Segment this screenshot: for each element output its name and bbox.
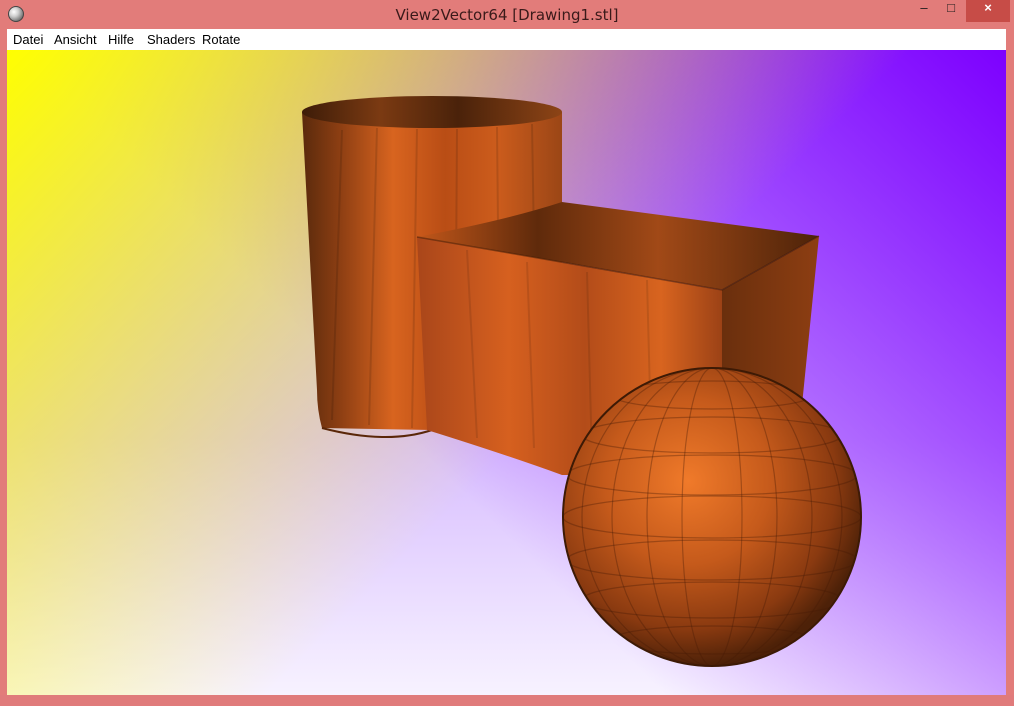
menu-rotate[interactable]: Rotate: [202, 32, 240, 47]
menu-shaders[interactable]: Shaders: [147, 32, 195, 47]
close-icon: ×: [984, 0, 992, 15]
title-bar[interactable]: View2Vector64 [Drawing1.stl] – □ ×: [0, 0, 1014, 29]
menu-ansicht[interactable]: Ansicht: [54, 32, 97, 47]
scene-render: [302, 96, 862, 667]
maximize-icon: □: [947, 0, 955, 15]
minimize-button[interactable]: –: [910, 0, 938, 22]
minimize-icon: –: [920, 0, 928, 15]
maximize-button[interactable]: □: [938, 0, 964, 22]
sphere-shape: [562, 367, 862, 667]
menu-hilfe[interactable]: Hilfe: [108, 32, 134, 47]
window-title: View2Vector64 [Drawing1.stl]: [395, 6, 619, 24]
app-window: View2Vector64 [Drawing1.stl] – □ × Datei…: [0, 0, 1014, 706]
menu-datei[interactable]: Datei: [13, 32, 43, 47]
menu-bar: Datei Ansicht Hilfe Shaders Rotate: [7, 29, 1006, 50]
3d-viewport[interactable]: [7, 50, 1006, 695]
close-button[interactable]: ×: [966, 0, 1010, 22]
window-bottom-border: [0, 695, 1014, 706]
